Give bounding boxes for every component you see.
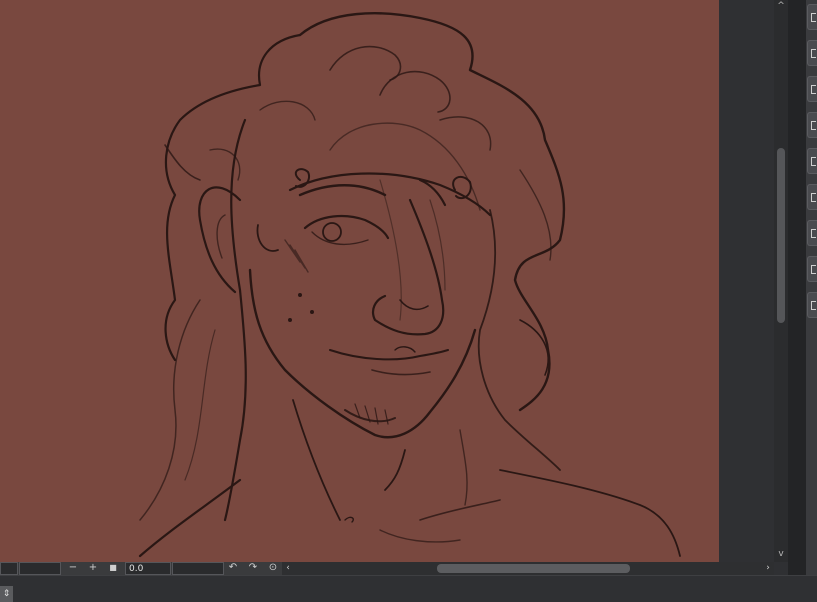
scroll-down-icon[interactable]: v [774, 548, 788, 560]
canvas-statusbar: − + ■ 0.0 ↶ ↷ ⊙ ‹ › [0, 562, 774, 575]
panel-button[interactable] [807, 40, 817, 66]
panel-button[interactable] [807, 256, 817, 282]
scroll-up-icon[interactable]: ^ [774, 0, 788, 12]
panel-button[interactable] [807, 76, 817, 102]
vertical-scroll-thumb[interactable] [777, 148, 785, 323]
panel-button[interactable] [807, 220, 817, 246]
panel-button[interactable] [807, 184, 817, 210]
panel-toggle-icon[interactable]: ⇕ [0, 586, 13, 602]
panel-button[interactable] [807, 148, 817, 174]
panel-button[interactable] [807, 292, 817, 318]
rotation-angle-input[interactable]: 0.0 [125, 562, 171, 575]
panel-button[interactable] [807, 4, 817, 30]
sketch-artwork [138, 12, 681, 558]
rotate-left-icon[interactable]: ↶ [226, 562, 240, 575]
bottom-bar: ⇕ [0, 575, 817, 602]
drawing-canvas[interactable] [0, 0, 719, 562]
panel-divider [788, 0, 806, 575]
panel-button[interactable] [807, 112, 817, 138]
square-icon[interactable]: ■ [106, 562, 120, 575]
horizontal-scrollbar[interactable]: ‹ › [282, 562, 774, 575]
vertical-scrollbar[interactable]: ^ v [774, 0, 788, 562]
zoom-slider[interactable] [19, 562, 61, 575]
right-dock-panel [806, 0, 817, 575]
rotate-right-icon[interactable]: ↷ [246, 562, 260, 575]
zoom-field[interactable] [0, 562, 18, 575]
chevron-right-icon[interactable]: › [762, 562, 774, 575]
horizontal-scroll-thumb[interactable] [437, 564, 630, 573]
rotation-slider[interactable] [172, 562, 224, 575]
plus-icon[interactable]: + [86, 562, 100, 575]
chevron-left-icon[interactable]: ‹ [282, 562, 294, 575]
reset-rotation-icon[interactable]: ⊙ [266, 562, 280, 575]
minus-icon[interactable]: − [66, 562, 80, 575]
